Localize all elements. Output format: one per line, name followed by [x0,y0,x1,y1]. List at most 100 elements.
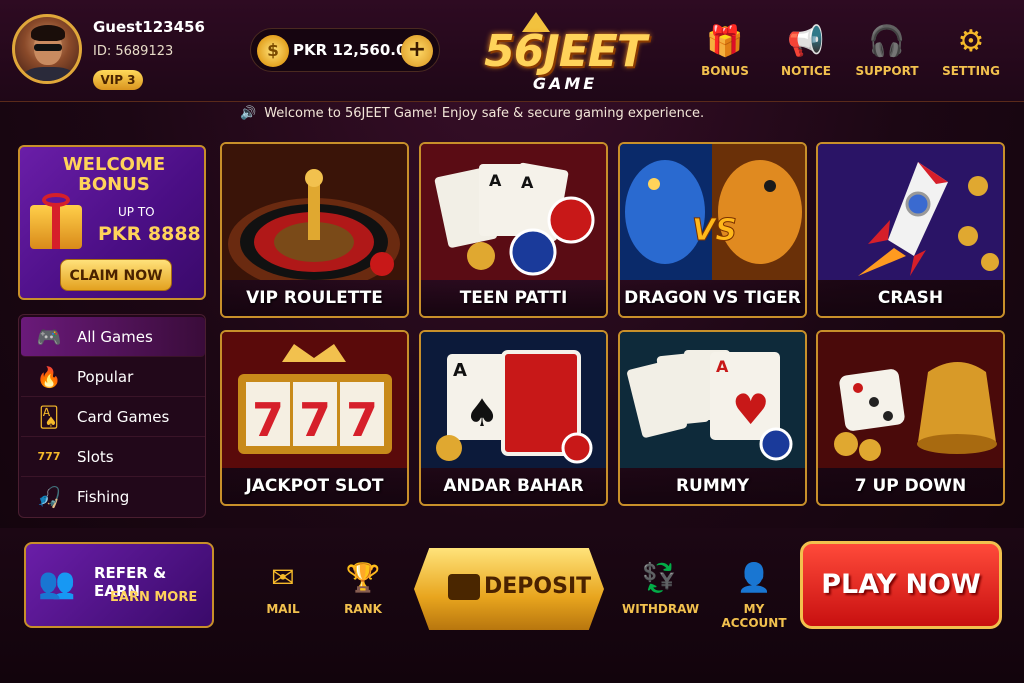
category-menu: 🎮 All Games 🔥 Popular 🂡 Card Games 777 S… [18,314,206,518]
category-label: All Games [77,328,153,346]
username: Guest123456 [93,18,205,36]
gear-icon: ⚙ [957,24,985,59]
svg-text:A: A [521,173,534,192]
deposit-label: DEPOSIT [484,574,592,599]
svg-text:♥: ♥ [732,385,770,434]
category-all-games[interactable]: 🎮 All Games [21,317,205,357]
logo-subtext: GAME [532,74,598,93]
rocket-art [818,144,1003,280]
nav-setting-button[interactable]: ⚙ SETTING [934,24,1008,78]
withdraw-button[interactable]: 💱 WITHDRAW [622,560,700,616]
bonus-title-line2: BONUS [78,174,150,195]
play-now-label: PLAY NOW [821,569,981,600]
svg-text:A: A [453,360,467,381]
play-now-button[interactable]: PLAY NOW [800,541,1002,629]
add-funds-button[interactable]: + [401,35,433,67]
users-icon: 👥 [38,566,76,601]
category-label: Slots [77,448,114,466]
bonus-amount: PKR 8888 [98,223,201,245]
game-tile-jackpot-slot[interactable]: 7 7 7 JACKPOT SLOT [220,330,409,506]
bonus-title: WELCOME BONUS [20,154,204,195]
game-tile-dragon-vs-tiger[interactable]: VS DRAGON VS TIGER [618,142,807,318]
withdraw-label: WITHDRAW [622,602,700,616]
category-label: Popular [77,368,134,386]
bonus-upto: UP TO [118,205,155,219]
announcement-ticker: 🔊 Welcome to 56JEET Game! Enjoy safe & se… [240,106,704,128]
category-fishing[interactable]: 🎣 Fishing [21,477,205,517]
mail-label: MAIL [266,602,300,616]
game-name: DRAGON VS TIGER [620,280,805,316]
welcome-bonus-banner[interactable]: WELCOME BONUS UP TO PKR 8888 CLAIM NOW [18,145,206,300]
game-logo: 56JEET GAME [460,12,670,98]
category-card-games[interactable]: 🂡 Card Games [21,397,205,437]
category-popular[interactable]: 🔥 Popular [21,357,205,397]
nav-label: NOTICE [781,64,831,78]
game-tile-andar-bahar[interactable]: A ♠ ANDAR BAHAR [419,330,608,506]
gift-ribbon [52,205,60,249]
game-name: TEEN PATTI [421,280,606,316]
nav-support-button[interactable]: 🎧 SUPPORT [850,24,924,78]
claim-now-button[interactable]: CLAIM NOW [60,259,172,291]
game-name: ANDAR BAHAR [421,468,606,504]
nav-label: SUPPORT [855,64,919,78]
deposit-button[interactable]: DEPOSIT [414,548,604,630]
mail-button[interactable]: ✉ MAIL [258,560,308,616]
user-icon: 👤 [736,561,772,594]
rummy-cards-art: A ♥ [620,332,805,468]
gift-box-icon [30,193,82,249]
slot-777-icon: 777 [37,450,61,463]
cards-icon: 🂡 [38,405,60,429]
speaker-icon: 🔊 [240,106,257,121]
coin-icon: $ [257,35,289,67]
roulette-wheel-art [222,144,407,280]
game-tile-7-up-down[interactable]: 7 UP DOWN [816,330,1005,506]
withdraw-icon: 💱 [641,561,677,594]
svg-text:VS: VS [692,213,737,248]
svg-text:♠: ♠ [465,391,499,435]
rank-label: RANK [344,602,382,616]
my-account-button[interactable]: 👤 MY ACCOUNT [712,560,796,630]
game-tile-teen-patti[interactable]: A A TEEN PATTI [419,142,608,318]
refer-subtitle: EARN MORE [110,590,198,605]
nav-label: SETTING [942,64,1000,78]
game-name: JACKPOT SLOT [222,468,407,504]
gamepad-icon: 🎮 [36,325,62,349]
balance-pill: $ PKR 12,560.00 + [250,28,440,72]
dragon-tiger-art: VS [620,144,805,280]
svg-text:7: 7 [299,393,331,447]
logo-text: 56JEET [484,26,647,77]
megaphone-icon: 📢 [787,24,825,59]
user-id: ID: 5689123 [93,44,174,59]
game-tile-rummy[interactable]: A ♥ RUMMY [618,330,807,506]
category-slots[interactable]: 777 Slots [21,437,205,477]
wallet-icon [448,574,480,600]
game-name: CRASH [818,280,1003,316]
category-label: Fishing [77,488,130,506]
refer-earn-button[interactable]: 👥 REFER & EARN EARN MORE [24,542,214,628]
game-name: VIP ROULETTE [222,280,407,316]
svg-text:A: A [716,357,729,376]
rank-button[interactable]: 🏆 RANK [338,560,388,616]
top-header: Guest123456 ID: 5689123 VIP 3 $ PKR 12,5… [0,0,1024,102]
nav-label: BONUS [701,64,749,78]
avatar[interactable] [12,14,82,84]
avatar-body [21,67,77,81]
vip-badge: VIP 3 [93,70,143,90]
andar-bahar-cards-art: A ♠ [421,332,606,468]
svg-text:A: A [489,171,502,190]
playing-cards-art: A A [421,144,606,280]
ticker-text: Welcome to 56JEET Game! Enjoy safe & sec… [264,106,705,121]
game-tile-vip-roulette[interactable]: VIP ROULETTE [220,142,409,318]
avatar-sunglasses [34,44,62,51]
game-name: 7 UP DOWN [818,468,1003,504]
trophy-icon: 🏆 [345,561,381,594]
envelope-icon: ✉ [271,561,295,594]
nav-bonus-button[interactable]: 🎁 BONUS [688,24,762,78]
headset-icon: 🎧 [868,24,906,59]
game-tile-crash[interactable]: CRASH [816,142,1005,318]
fire-icon: 🔥 [36,365,62,389]
game-name: RUMMY [620,468,805,504]
nav-notice-button[interactable]: 📢 NOTICE [769,24,843,78]
dice-cup-art [818,332,1003,468]
bonus-title-line1: WELCOME [62,154,166,175]
